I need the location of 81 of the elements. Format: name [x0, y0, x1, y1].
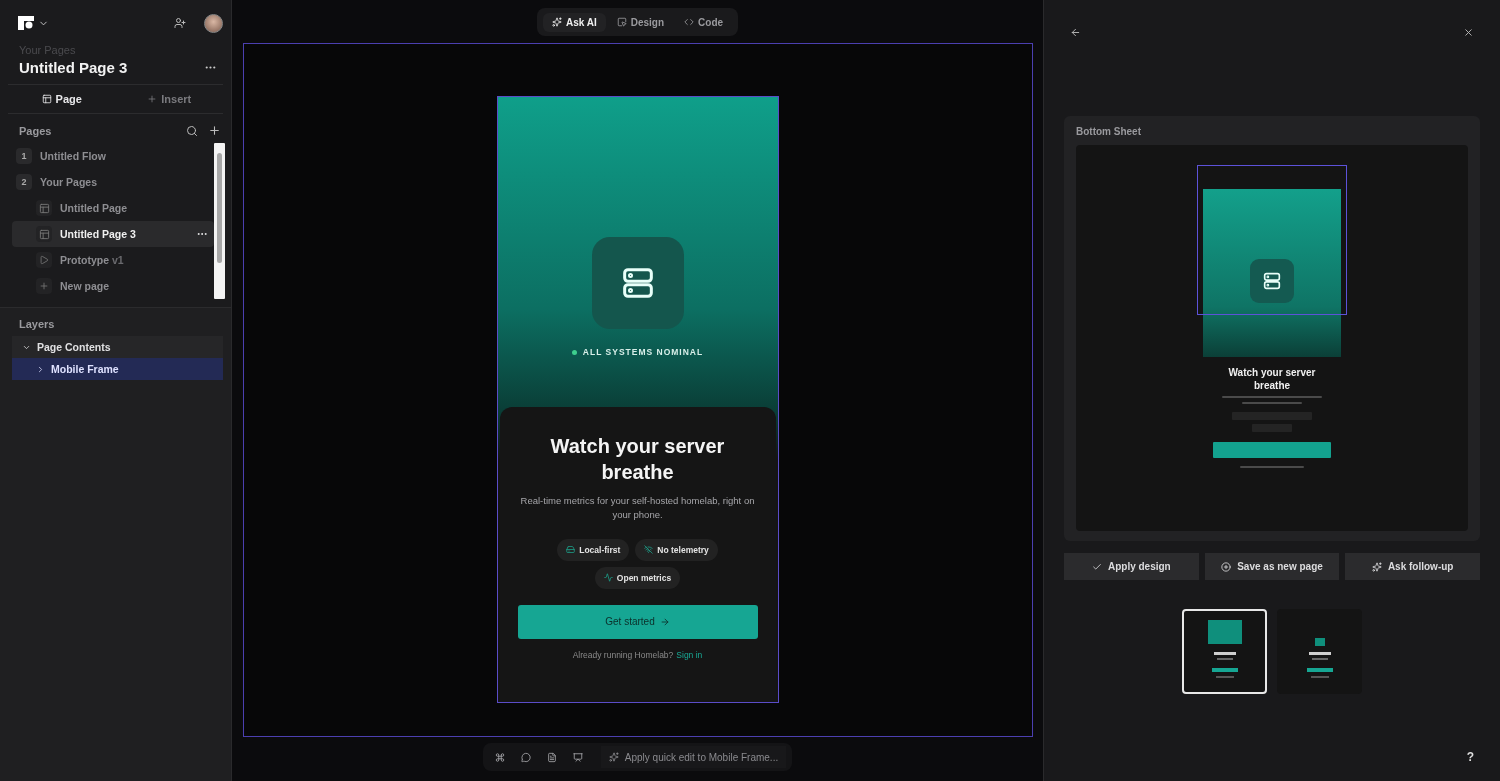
comment-icon [520, 751, 531, 763]
page-label: Untitled Flow [40, 150, 106, 162]
mode-tab[interactable]: Code [675, 12, 733, 32]
page-icon [38, 202, 50, 214]
monitor-icon [572, 751, 583, 763]
footer-text: Already running Homelab? [572, 649, 674, 660]
mode-tab[interactable]: Ask AI [542, 12, 606, 32]
cursor-icon [616, 17, 627, 27]
page-number: 1 [16, 148, 32, 164]
status-text: ALL SYSTEMS NOMINAL [582, 347, 704, 357]
page-number: 2 [16, 174, 32, 190]
page-label: New page [60, 280, 110, 292]
page-list-item[interactable]: Prototype v1 [12, 247, 214, 273]
add-user-icon[interactable] [174, 17, 186, 29]
play-icon [39, 255, 49, 265]
page-list-item[interactable]: 2 Your Pages [12, 169, 214, 195]
help-button[interactable]: ? [1460, 749, 1480, 765]
quick-edit-button[interactable]: Apply quick edit to Mobile Frame... [600, 746, 787, 768]
page-thumbnail[interactable] [1277, 609, 1362, 694]
get-started-button[interactable]: Get started [517, 604, 758, 639]
layer-label: Mobile Frame [51, 363, 119, 375]
page-thumbnail[interactable] [1182, 609, 1267, 694]
page-label: Your Pages [40, 176, 97, 188]
status-dot [571, 349, 577, 355]
scrollbar[interactable] [214, 143, 225, 299]
back-button[interactable] [1070, 26, 1081, 38]
drive-icon [566, 545, 576, 554]
page-icon [41, 94, 52, 104]
sparkle-icon [551, 17, 562, 27]
plus-icon [147, 94, 158, 104]
page-list-item[interactable]: 1 Untitled Flow [12, 143, 214, 169]
app-logo [18, 16, 34, 30]
action-button[interactable]: Apply design [1064, 553, 1199, 580]
sign-in-link[interactable]: Sign in [676, 649, 703, 660]
check-icon [1091, 561, 1102, 572]
add-icon[interactable] [208, 124, 221, 137]
close-button[interactable] [1463, 26, 1474, 38]
code-icon [684, 17, 695, 27]
action-button[interactable]: Ask follow-up [1345, 553, 1480, 580]
plus-circle-icon [1221, 561, 1232, 572]
section-title: Layers [19, 318, 56, 330]
mini-headline: Watch your server breathe [1227, 367, 1317, 392]
page-title: Untitled Page 3 [19, 59, 128, 76]
arrow-right-icon [659, 616, 670, 627]
feature-tag: Local-first [557, 538, 630, 561]
search-icon[interactable] [186, 124, 198, 137]
back-arrow-icon [1070, 26, 1081, 38]
layer-item[interactable]: Mobile Frame [12, 358, 223, 380]
text-line [1242, 402, 1302, 404]
layer-item[interactable]: Page Contents [12, 336, 223, 358]
pulse-icon [603, 573, 613, 582]
page-list-item[interactable]: Untitled Page 3 [12, 221, 214, 247]
close-icon [1463, 26, 1474, 38]
panel-tab[interactable]: Page [8, 85, 116, 113]
wifi-off-icon [644, 545, 654, 554]
layer-label: Page Contents [37, 341, 111, 353]
sparkle-icon [1371, 561, 1382, 572]
page-list-item[interactable]: Untitled Page [12, 195, 214, 221]
page-icon [38, 228, 50, 240]
page-list-item[interactable]: New page [12, 273, 214, 299]
chevron-right-icon [36, 364, 45, 374]
page-label: Untitled Page 3 [60, 228, 137, 240]
mode-tab[interactable]: Design [607, 12, 674, 32]
preview-title: Bottom Sheet [1076, 126, 1142, 137]
panel-tab[interactable]: Insert [115, 85, 223, 113]
action-button[interactable]: Save as new page [1204, 553, 1340, 580]
server-icon [1261, 270, 1283, 292]
section-title: Pages [19, 124, 53, 137]
description: Real-time metrics for your self-hosted homelab, right on your phone. [519, 494, 756, 523]
sparkle-icon [608, 752, 619, 762]
text-line [1240, 466, 1304, 468]
document-icon [546, 751, 557, 763]
feature-tag: No telemetry [635, 538, 718, 561]
headline: Watch your server breathe [549, 434, 726, 485]
command-icon [494, 751, 505, 763]
version-label: v1 [110, 254, 124, 266]
plus-icon [39, 281, 49, 291]
feature-tag: Open metrics [594, 566, 681, 589]
page-label: Prototype v1 [60, 254, 125, 266]
user-avatar[interactable] [204, 13, 223, 33]
page-label: Untitled Page [60, 202, 129, 214]
